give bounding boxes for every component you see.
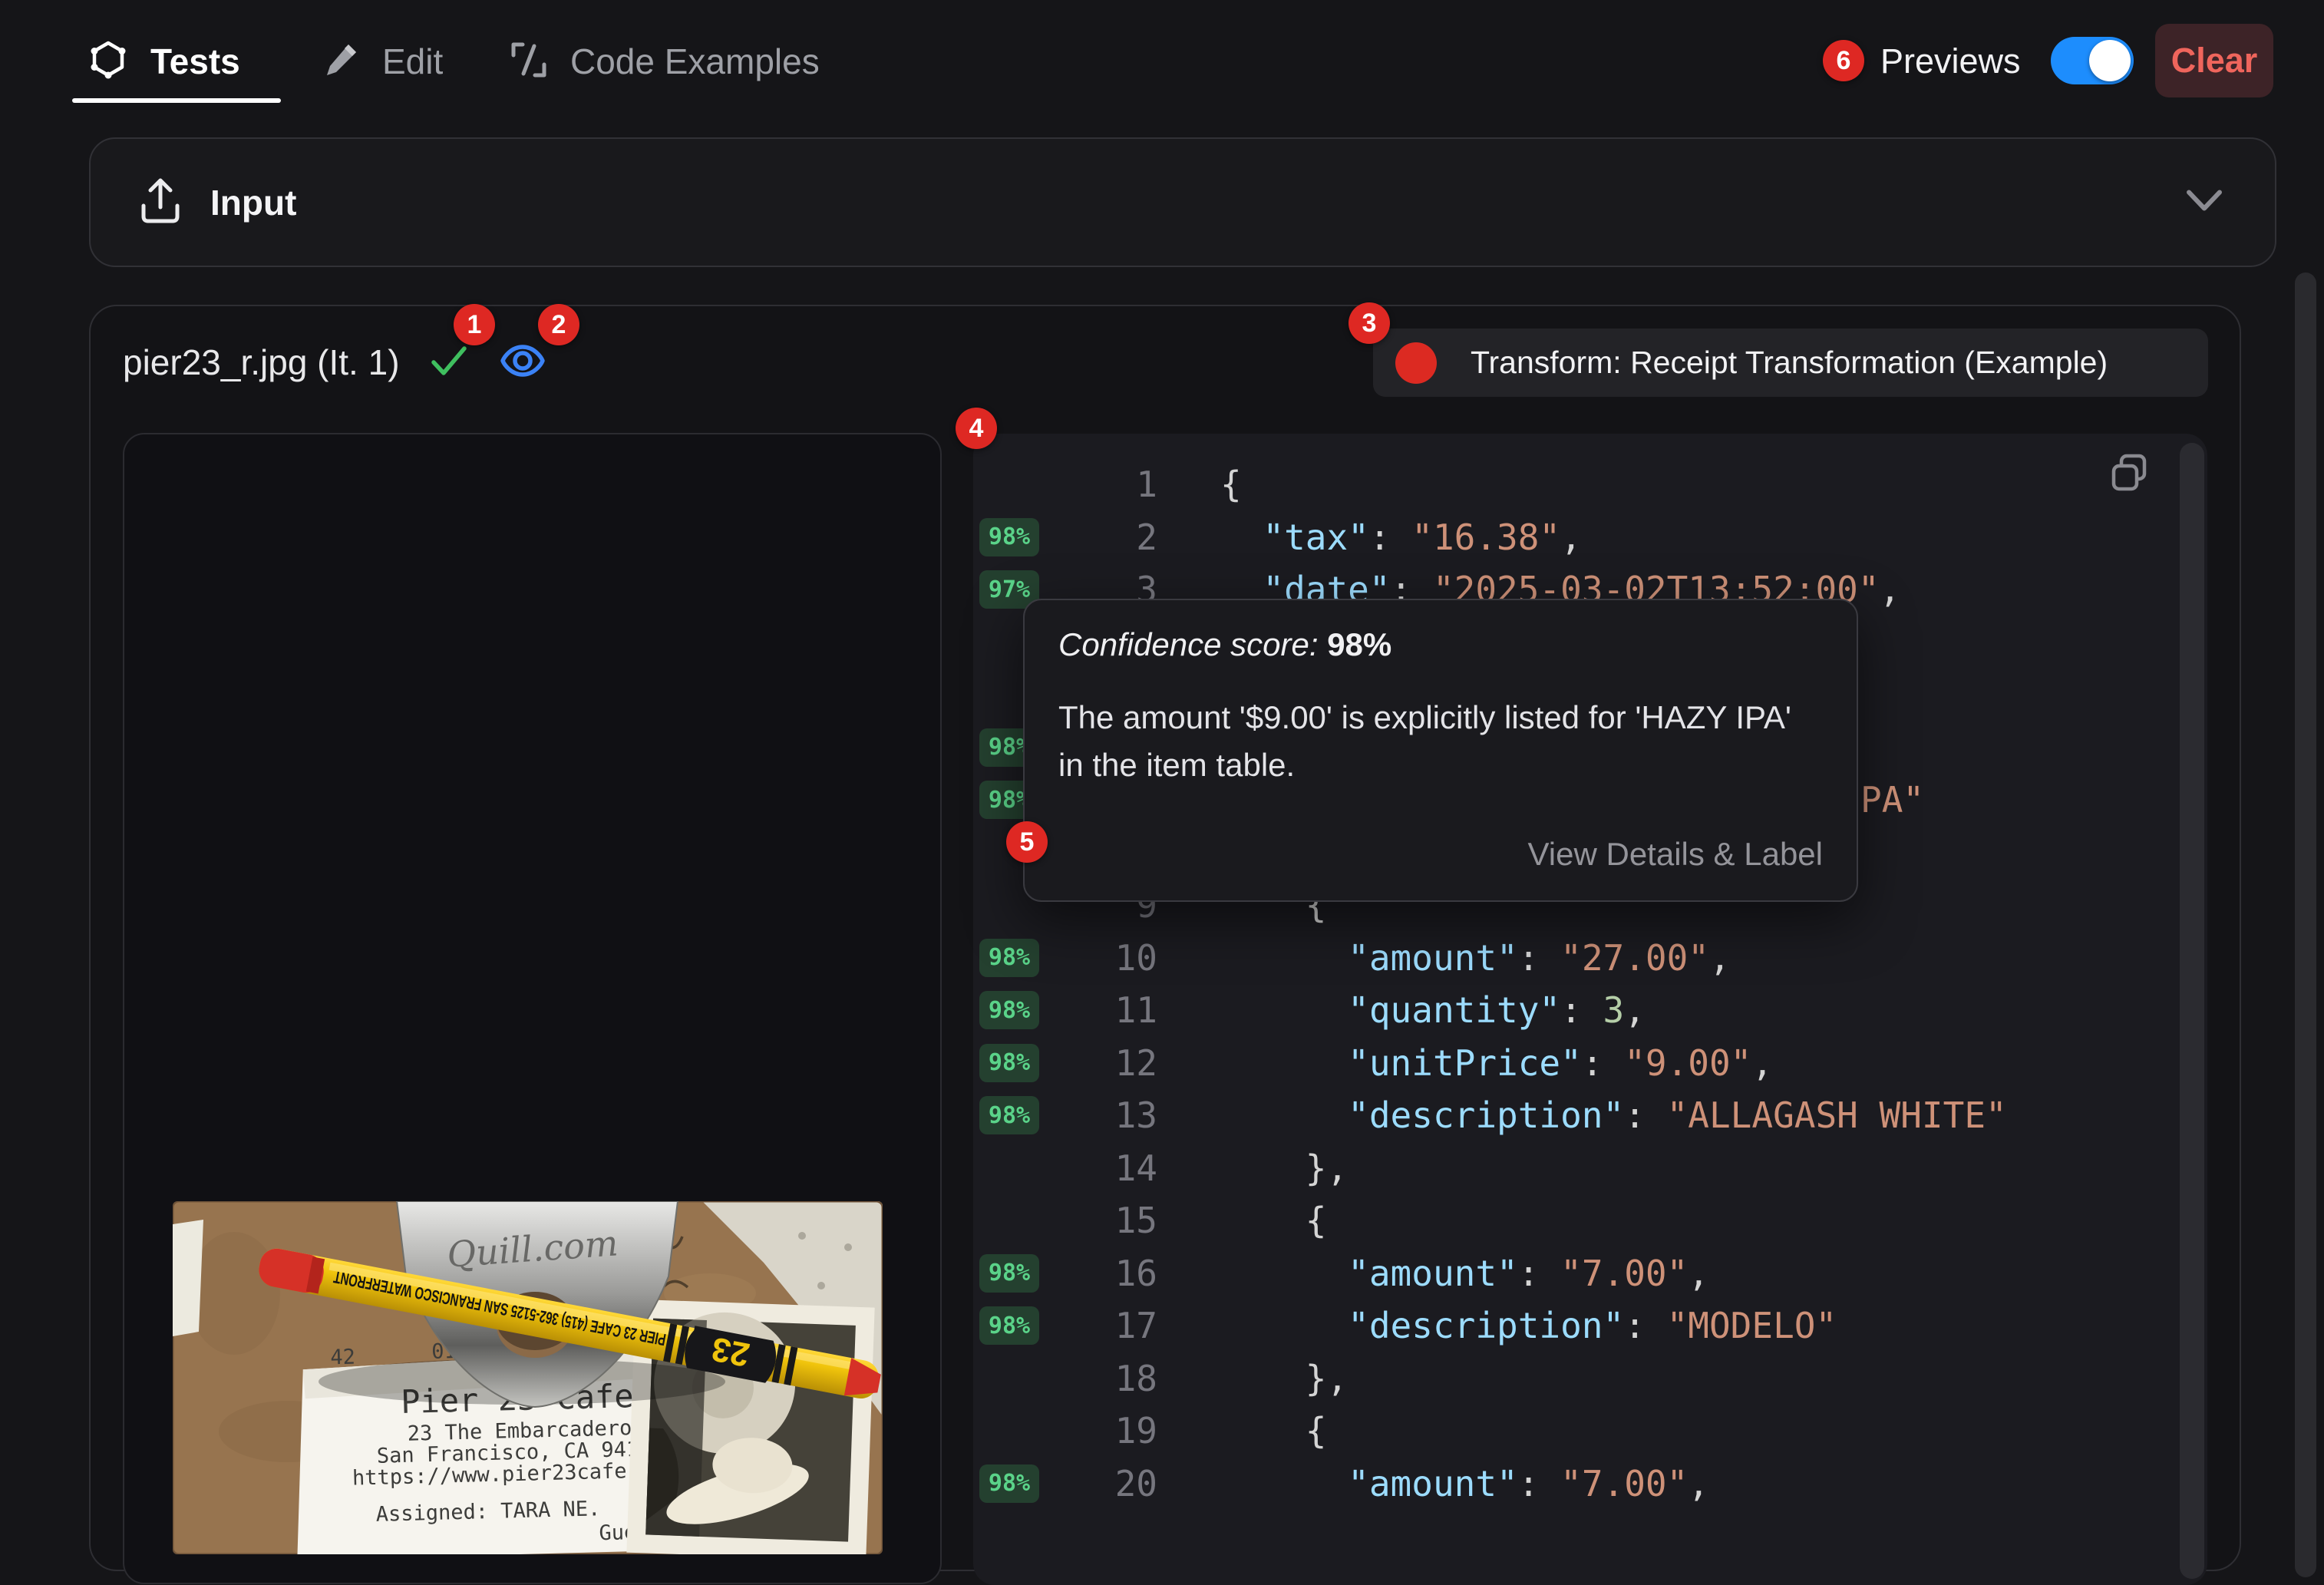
code-text: "tax": "16.38", — [1220, 511, 1582, 564]
annotation-badge-5: 5 — [1006, 821, 1048, 863]
code-line: 1{ — [973, 458, 2207, 511]
tests-hive-icon — [86, 38, 130, 86]
code-text: { — [1220, 1194, 1326, 1247]
code-text: "unitPrice": "9.00", — [1220, 1037, 1773, 1090]
code-text: "amount": "27.00", — [1220, 932, 1731, 985]
line-number: 14 — [1019, 1142, 1157, 1195]
line-number: 16 — [1019, 1247, 1157, 1300]
line-number: 1 — [1019, 458, 1157, 511]
transform-label: Transform: Receipt Transformation (Examp… — [1471, 345, 2108, 381]
previews-label: Previews — [1880, 0, 2021, 123]
code-line: 98%20 "amount": "7.00", — [973, 1458, 2207, 1511]
code-text: { — [1220, 458, 1242, 511]
code-text: { — [1220, 1405, 1326, 1458]
confidence-tooltip: Confidence score: 98% The amount '$9.00'… — [1023, 599, 1858, 902]
line-number: 15 — [1019, 1194, 1157, 1247]
annotation-badge-2: 2 — [538, 304, 579, 345]
code-text: "quantity": 3, — [1220, 984, 1646, 1037]
check-icon — [427, 342, 470, 383]
code-line: 98%12 "unitPrice": "9.00", — [973, 1037, 2207, 1090]
input-section[interactable]: Input — [89, 137, 2276, 267]
previews-toggle[interactable] — [2051, 37, 2134, 84]
view-details-link[interactable]: View Details & Label — [1058, 836, 1823, 873]
receipt-meta-left: 42 — [330, 1346, 355, 1370]
tooltip-title: Confidence score: 98% — [1058, 626, 1823, 663]
tooltip-body: The amount '$9.00' is explicitly listed … — [1058, 694, 1823, 789]
upload-icon — [137, 175, 184, 229]
code-text-fragment: PA" — [1860, 774, 1924, 827]
active-tab-underline — [72, 98, 281, 103]
tab-tests[interactable]: Tests — [86, 31, 240, 92]
toggle-knob — [2089, 40, 2131, 81]
line-number: 18 — [1019, 1352, 1157, 1405]
code-text: "description": "ALLAGASH WHITE" — [1220, 1089, 2007, 1142]
tab-edit[interactable]: Edit — [319, 31, 443, 92]
code-line: 14 }, — [973, 1142, 2207, 1195]
line-number: 12 — [1019, 1037, 1157, 1090]
code-line: 98%10 "amount": "27.00", — [973, 932, 2207, 985]
code-line: 98%17 "description": "MODELO" — [973, 1299, 2207, 1352]
file-name: pier23_r.jpg (It. 1) — [123, 342, 400, 383]
code-scrollbar[interactable] — [2180, 443, 2204, 1579]
tab-code-examples-label: Code Examples — [570, 41, 820, 82]
annotation-badge-6: 6 — [1823, 40, 1864, 81]
copy-icon[interactable] — [2109, 453, 2151, 494]
line-number: 13 — [1019, 1089, 1157, 1142]
eye-icon[interactable] — [498, 340, 547, 385]
code-brackets-icon — [507, 38, 550, 85]
line-number: 11 — [1019, 984, 1157, 1037]
pencil-icon — [319, 38, 362, 85]
pen-logo-23: 23 — [708, 1329, 752, 1373]
code-text: "amount": "7.00", — [1220, 1458, 1709, 1511]
clear-button[interactable]: Clear — [2155, 24, 2273, 97]
transform-chip[interactable]: Transform: Receipt Transformation (Examp… — [1373, 329, 2208, 397]
code-text: }, — [1220, 1352, 1348, 1405]
tab-tests-label: Tests — [150, 41, 240, 82]
code-line: 98%11 "quantity": 3, — [973, 984, 2207, 1037]
line-number: 20 — [1019, 1458, 1157, 1511]
code-line: 98%2 "tax": "16.38", — [973, 511, 2207, 564]
code-text: "description": "MODELO" — [1220, 1299, 1837, 1352]
code-line: 15 { — [973, 1194, 2207, 1247]
code-text: }, — [1220, 1142, 1348, 1195]
app-root: Tests Edit Code Examples 6 Previews Clea… — [0, 0, 2324, 1507]
line-number: 10 — [1019, 932, 1157, 985]
tab-edit-label: Edit — [382, 41, 443, 82]
chevron-down-icon[interactable] — [2184, 187, 2224, 217]
input-section-label: Input — [210, 182, 296, 223]
code-line: 98%13 "description": "ALLAGASH WHITE" — [973, 1089, 2207, 1142]
confidence-score-value: 98% — [1327, 626, 1391, 662]
annotation-badge-4: 4 — [956, 408, 997, 449]
page-scrollbar[interactable] — [2295, 272, 2316, 1577]
line-number: 17 — [1019, 1299, 1157, 1352]
line-number: 19 — [1019, 1405, 1157, 1458]
annotation-badge-1: 1 — [454, 304, 495, 345]
transform-status-dot — [1395, 342, 1437, 384]
annotation-badge-3: 3 — [1349, 302, 1390, 344]
code-line: 19 { — [973, 1405, 2207, 1458]
code-text: "amount": "7.00", — [1220, 1247, 1709, 1300]
tab-code-examples[interactable]: Code Examples — [507, 31, 820, 92]
receipt-photo: 42 01:09 PM 03/02/2025 Pier 23 Cafe 23 T… — [173, 1201, 883, 1554]
code-line: 98%16 "amount": "7.00", — [973, 1247, 2207, 1300]
code-line: 18 }, — [973, 1352, 2207, 1405]
line-number: 2 — [1019, 511, 1157, 564]
